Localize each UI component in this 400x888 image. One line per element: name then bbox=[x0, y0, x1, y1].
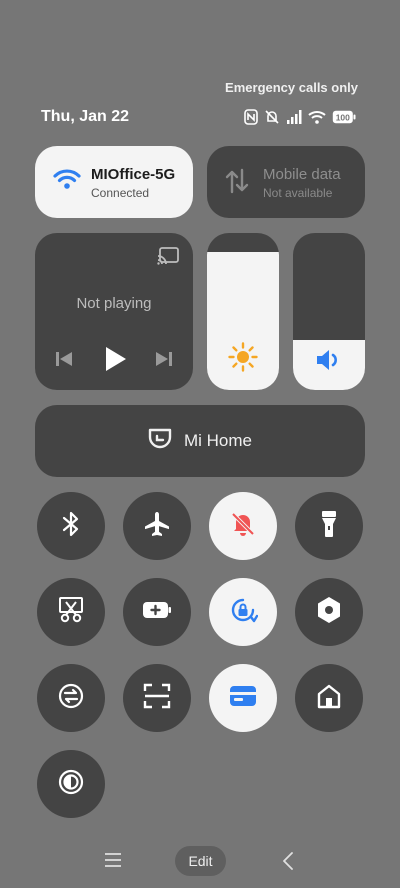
battery-icon: 100 bbox=[332, 110, 356, 124]
bluetooth-icon bbox=[61, 511, 81, 542]
mobile-data-icon bbox=[225, 168, 249, 199]
wifi-status-icon bbox=[308, 110, 326, 124]
mute-toggle[interactable] bbox=[209, 492, 277, 560]
flashlight-icon bbox=[320, 510, 338, 543]
mobile-data-tile[interactable]: Mobile data Not available bbox=[207, 146, 365, 218]
previous-icon[interactable] bbox=[55, 351, 73, 372]
mobile-data-status: Not available bbox=[263, 186, 333, 200]
airplane-icon bbox=[143, 510, 171, 543]
mobile-data-title: Mobile data bbox=[263, 166, 341, 183]
wifi-status: Connected bbox=[91, 186, 150, 200]
rotation-lock-toggle[interactable] bbox=[209, 578, 277, 646]
signal-icon bbox=[286, 110, 302, 124]
back-icon[interactable] bbox=[282, 852, 294, 875]
mi-home-icon bbox=[148, 426, 172, 457]
edit-button[interactable]: Edit bbox=[175, 846, 226, 876]
bell-off-icon bbox=[230, 511, 256, 542]
wifi-network-name: MIOffice-5G bbox=[91, 166, 176, 183]
menu-icon[interactable] bbox=[104, 852, 122, 873]
nfc-icon bbox=[244, 109, 258, 125]
status-icons: 100 bbox=[244, 108, 356, 126]
play-icon[interactable] bbox=[103, 345, 127, 378]
wifi-tile[interactable]: MIOffice-5G Connected bbox=[35, 146, 193, 218]
home-toggle[interactable] bbox=[295, 664, 363, 732]
volume-slider[interactable] bbox=[293, 233, 365, 390]
brightness-slider[interactable] bbox=[207, 233, 279, 390]
carrier-status: Emergency calls only bbox=[225, 80, 358, 95]
hexagon-settings-icon bbox=[316, 596, 342, 629]
flashlight-toggle[interactable] bbox=[295, 492, 363, 560]
wifi-icon bbox=[53, 168, 81, 195]
sync-icon bbox=[56, 681, 86, 716]
rotation-lock-icon bbox=[228, 595, 259, 630]
scanner-toggle[interactable] bbox=[123, 664, 191, 732]
battery-plus-icon bbox=[142, 601, 172, 624]
mute-status-icon bbox=[264, 109, 280, 125]
contrast-icon bbox=[57, 768, 85, 801]
date-label: Thu, Jan 22 bbox=[41, 108, 130, 125]
airplane-mode-toggle[interactable] bbox=[123, 492, 191, 560]
sun-icon bbox=[207, 342, 279, 372]
settings-toggle[interactable] bbox=[295, 578, 363, 646]
sync-toggle[interactable] bbox=[37, 664, 105, 732]
svg-text:100: 100 bbox=[336, 112, 350, 122]
navigation-bar: Edit bbox=[0, 846, 400, 876]
wallet-icon bbox=[229, 684, 257, 713]
next-icon[interactable] bbox=[155, 351, 173, 372]
wallet-toggle[interactable] bbox=[209, 664, 277, 732]
media-player: Not playing bbox=[35, 233, 193, 390]
bluetooth-toggle[interactable] bbox=[37, 492, 105, 560]
dark-mode-toggle[interactable] bbox=[37, 750, 105, 818]
media-status: Not playing bbox=[76, 295, 152, 312]
battery-saver-toggle[interactable] bbox=[123, 578, 191, 646]
mi-home-button[interactable]: Mi Home bbox=[35, 405, 365, 477]
cast-icon[interactable] bbox=[157, 247, 179, 270]
mi-home-label: Mi Home bbox=[183, 431, 252, 450]
home-icon bbox=[316, 683, 342, 714]
screenshot-toggle[interactable] bbox=[37, 578, 105, 646]
scissors-icon bbox=[58, 596, 84, 629]
volume-icon bbox=[293, 348, 365, 372]
scan-icon bbox=[143, 683, 171, 714]
